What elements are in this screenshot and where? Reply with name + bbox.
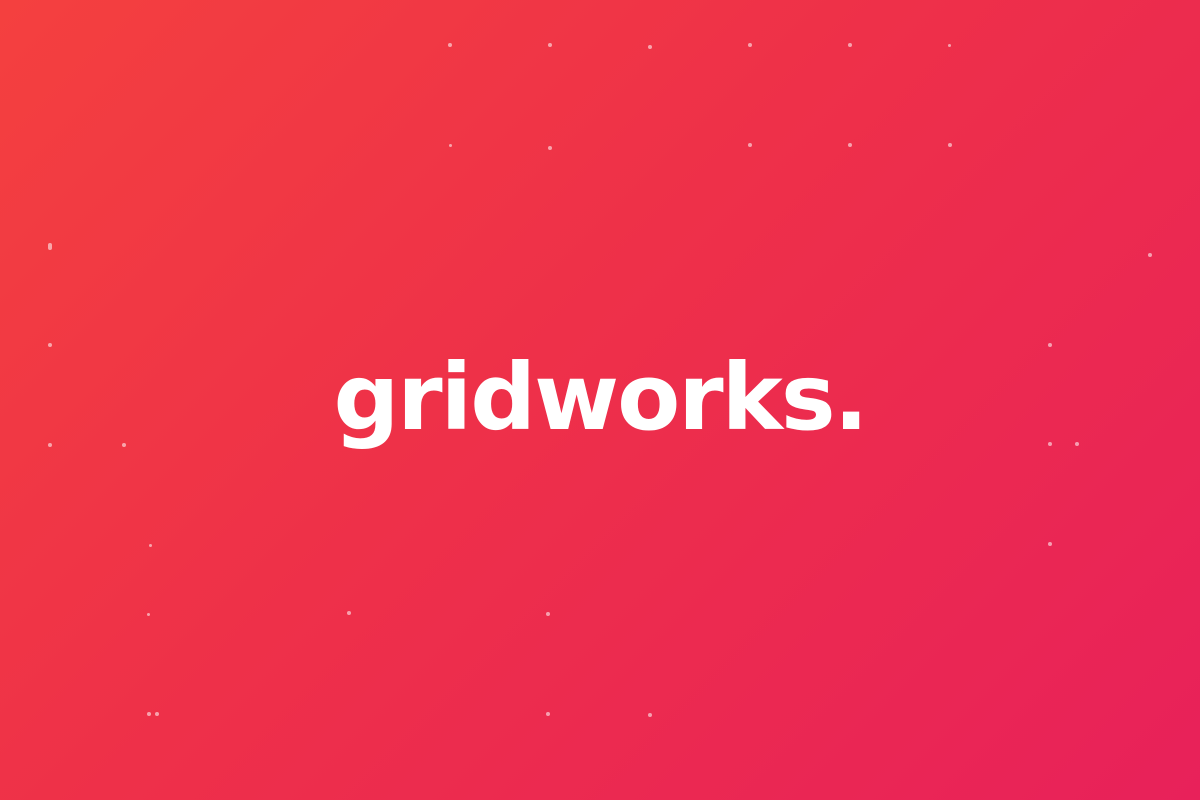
- grid-dot: [1148, 253, 1152, 257]
- grid-dot: [448, 43, 452, 47]
- grid-dot: [546, 612, 550, 616]
- grid-dot: [548, 146, 552, 150]
- grid-dot: [948, 143, 952, 147]
- grid-dot: [1048, 343, 1052, 347]
- grid-dot: [648, 45, 652, 49]
- grid-dot: [48, 243, 52, 250]
- grid-dot: [155, 712, 159, 716]
- grid-dot: [748, 43, 752, 47]
- brand-logo-text: gridworks.: [333, 344, 868, 451]
- grid-dot: [147, 712, 151, 716]
- grid-dot: [149, 544, 152, 547]
- grid-dot: [546, 712, 550, 716]
- grid-dot: [548, 43, 552, 47]
- grid-dot: [848, 143, 852, 147]
- grid-dot: [347, 611, 351, 615]
- grid-dot: [147, 613, 150, 616]
- splash-screen: gridworks.: [0, 0, 1200, 800]
- grid-dot: [1048, 542, 1052, 546]
- grid-dot: [948, 44, 951, 47]
- grid-dot: [48, 343, 52, 347]
- grid-dot: [748, 143, 752, 147]
- grid-dot: [449, 144, 452, 147]
- grid-dot: [848, 43, 852, 47]
- grid-dot: [648, 713, 652, 717]
